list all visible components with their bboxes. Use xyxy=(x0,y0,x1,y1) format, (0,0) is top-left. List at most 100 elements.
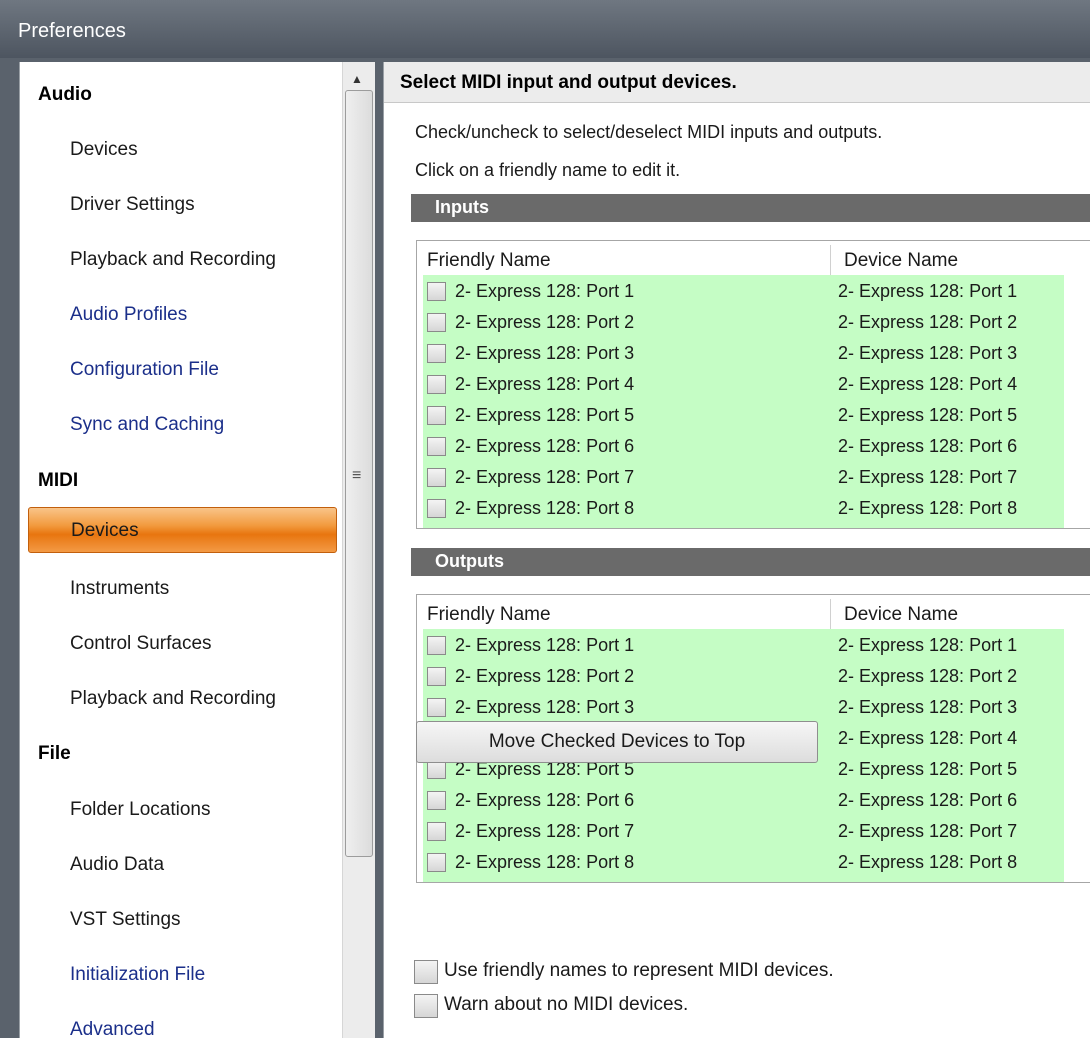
sidebar-item[interactable]: Audio Profiles xyxy=(20,288,340,342)
friendly-name-cell[interactable]: 2- Express 128: Port 8 xyxy=(455,852,634,873)
move-checked-devices-button[interactable]: Move Checked Devices to Top xyxy=(416,721,818,763)
inputs-section-header: Inputs xyxy=(411,194,1090,222)
column-divider[interactable] xyxy=(830,245,831,275)
table-row[interactable]: 2- Express 128: Port 8 2- Express 128: Po… xyxy=(423,849,1064,879)
table-row[interactable]: 2- Express 128: Port 3 2- Express 128: Po… xyxy=(423,340,1064,370)
table-row[interactable]: 2- Express 128: Port 2 2- Express 128: Po… xyxy=(423,309,1064,339)
table-row[interactable]: 2- Express 128: Port 1 2- Express 128: Po… xyxy=(423,278,1064,308)
table-row[interactable]: 2- Express 128: Port 8 2- Express 128: Po… xyxy=(423,495,1064,525)
device-checkbox[interactable] xyxy=(427,344,446,363)
device-checkbox[interactable] xyxy=(427,636,446,655)
device-name-cell: 2- Express 128: Port 7 xyxy=(838,467,1018,487)
device-name-cell: 2- Express 128: Port 3 xyxy=(838,697,1018,717)
device-checkbox[interactable] xyxy=(427,499,446,518)
table-header: Friendly Name Device Name xyxy=(417,595,1090,629)
device-name-cell: 2- Express 128: Port 5 xyxy=(838,759,1018,779)
nav-section-header[interactable]: MIDI xyxy=(20,454,340,508)
title-bar: Preferences xyxy=(0,0,1090,58)
friendly-name-cell[interactable]: 2- Express 128: Port 2 xyxy=(455,666,634,687)
outputs-section-header: Outputs xyxy=(411,548,1090,576)
warn-no-midi-label[interactable]: Warn about no MIDI devices. xyxy=(444,994,688,1016)
friendly-names-label[interactable]: Use friendly names to represent MIDI dev… xyxy=(444,960,834,982)
nav-section-header[interactable]: Audio xyxy=(20,68,340,122)
sidebar-item[interactable]: Sync and Caching xyxy=(20,398,340,452)
device-name-cell: 2- Express 128: Port 5 xyxy=(838,405,1018,425)
device-checkbox[interactable] xyxy=(427,822,446,841)
friendly-name-cell[interactable]: 2- Express 128: Port 6 xyxy=(455,790,634,811)
panel-title: Select MIDI input and output devices. xyxy=(400,72,737,93)
device-checkbox[interactable] xyxy=(427,698,446,717)
table-row[interactable]: 2- Express 128: Port 7 2- Express 128: Po… xyxy=(423,818,1064,848)
device-name-cell: 2- Express 128: Port 6 xyxy=(838,790,1018,810)
device-name-cell: 2- Express 128: Port 4 xyxy=(838,374,1018,394)
device-checkbox[interactable] xyxy=(427,853,446,872)
column-device-name[interactable]: Device Name xyxy=(844,604,958,626)
device-checkbox[interactable] xyxy=(427,437,446,456)
friendly-name-cell[interactable]: 2- Express 128: Port 7 xyxy=(455,467,634,488)
device-checkbox[interactable] xyxy=(427,791,446,810)
table-row[interactable]: 2- Express 128: Port 4 2- Express 128: Po… xyxy=(423,371,1064,401)
table-row[interactable]: 2- Express 128: Port 2 2- Express 128: Po… xyxy=(423,663,1064,693)
friendly-name-cell[interactable]: 2- Express 128: Port 1 xyxy=(455,635,634,656)
sidebar-item[interactable]: Driver Settings xyxy=(20,178,340,232)
sidebar-item[interactable]: Audio Data xyxy=(20,838,340,892)
sidebar-item[interactable]: Devices xyxy=(28,507,337,553)
inputs-table: Friendly Name Device Name 2- Express 128… xyxy=(416,240,1090,529)
friendly-names-checkbox[interactable] xyxy=(414,960,438,984)
table-row[interactable]: 2- Express 128: Port 7 2- Express 128: Po… xyxy=(423,464,1064,494)
instruction-edit: Click on a friendly name to edit it. xyxy=(415,160,681,180)
sidebar-item[interactable]: VST Settings xyxy=(20,893,340,947)
sidebar-item[interactable]: Initialization File xyxy=(20,948,340,1002)
column-friendly-name[interactable]: Friendly Name xyxy=(427,604,551,626)
column-friendly-name[interactable]: Friendly Name xyxy=(427,250,551,272)
table-row[interactable]: 2- Express 128: Port 6 2- Express 128: Po… xyxy=(423,787,1064,817)
main-panel: Select MIDI input and output devices. Ch… xyxy=(383,62,1090,1038)
nav-section-header[interactable]: File xyxy=(20,727,340,781)
sidebar: Audio Devices Driver Settings Playback and … xyxy=(19,62,375,1038)
table-row[interactable]: 2- Express 128: Port 1 2- Express 128: Po… xyxy=(423,632,1064,662)
device-name-cell: 2- Express 128: Port 8 xyxy=(838,498,1018,518)
window-title: Preferences xyxy=(18,20,126,42)
device-checkbox[interactable] xyxy=(427,313,446,332)
friendly-name-cell[interactable]: 2- Express 128: Port 4 xyxy=(455,374,634,395)
device-checkbox[interactable] xyxy=(427,406,446,425)
table-row[interactable]: 2- Express 128: Port 6 2- Express 128: Po… xyxy=(423,433,1064,463)
friendly-name-cell[interactable]: 2- Express 128: Port 5 xyxy=(455,405,634,426)
device-name-cell: 2- Express 128: Port 3 xyxy=(838,343,1018,363)
outputs-section-title: Outputs xyxy=(435,551,504,571)
friendly-name-cell[interactable]: 2- Express 128: Port 3 xyxy=(455,697,634,718)
sidebar-item[interactable]: Advanced xyxy=(20,1003,340,1038)
friendly-name-cell[interactable]: 2- Express 128: Port 7 xyxy=(455,821,634,842)
device-checkbox[interactable] xyxy=(427,667,446,686)
warn-no-midi-checkbox[interactable] xyxy=(414,994,438,1018)
sidebar-item[interactable]: Devices xyxy=(20,123,340,177)
sidebar-item[interactable]: Playback and Recording xyxy=(20,233,340,287)
device-name-cell: 2- Express 128: Port 4 xyxy=(838,728,1018,748)
friendly-name-cell[interactable]: 2- Express 128: Port 2 xyxy=(455,312,634,333)
friendly-name-cell[interactable]: 2- Express 128: Port 1 xyxy=(455,281,634,302)
friendly-name-cell[interactable]: 2- Express 128: Port 6 xyxy=(455,436,634,457)
sidebar-item[interactable]: Control Surfaces xyxy=(20,617,340,671)
device-name-cell: 2- Express 128: Port 8 xyxy=(838,852,1018,872)
device-name-cell: 2- Express 128: Port 2 xyxy=(838,666,1018,686)
column-device-name[interactable]: Device Name xyxy=(844,250,958,272)
friendly-name-cell[interactable]: 2- Express 128: Port 3 xyxy=(455,343,634,364)
device-checkbox[interactable] xyxy=(427,375,446,394)
sidebar-item[interactable]: Instruments xyxy=(20,562,340,616)
sidebar-item[interactable]: Playback and Recording xyxy=(20,672,340,726)
sidebar-scrollbar[interactable]: ▲ ≡ xyxy=(342,62,375,1038)
sidebar-item[interactable]: Folder Locations xyxy=(20,783,340,837)
column-divider[interactable] xyxy=(830,599,831,629)
inputs-section-title: Inputs xyxy=(435,197,489,217)
device-checkbox[interactable] xyxy=(427,468,446,487)
friendly-name-cell[interactable]: 2- Express 128: Port 8 xyxy=(455,498,634,519)
device-name-cell: 2- Express 128: Port 6 xyxy=(838,436,1018,456)
sidebar-item[interactable]: Configuration File xyxy=(20,343,340,397)
device-name-cell: 2- Express 128: Port 1 xyxy=(838,281,1018,301)
device-name-cell: 2- Express 128: Port 7 xyxy=(838,821,1018,841)
device-checkbox[interactable] xyxy=(427,282,446,301)
table-row[interactable]: 2- Express 128: Port 5 2- Express 128: Po… xyxy=(423,402,1064,432)
table-row[interactable]: 2- Express 128: Port 3 2- Express 128: Po… xyxy=(423,694,1064,724)
scroll-up-arrow-icon[interactable]: ▲ xyxy=(351,72,363,86)
device-name-cell: 2- Express 128: Port 2 xyxy=(838,312,1018,332)
